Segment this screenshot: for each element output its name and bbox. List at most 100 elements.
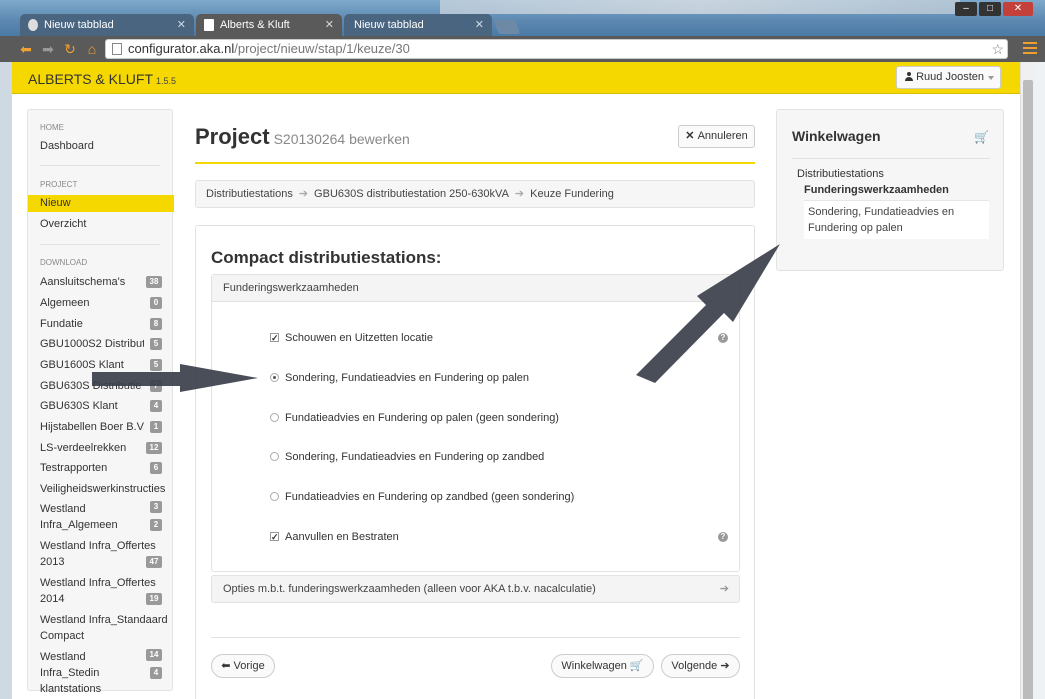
sidebar: HOME Dashboard PROJECT Nieuw Overzicht D… [27,109,174,695]
download-item[interactable]: Westland Infra_Offertes 2014 19 [40,575,162,607]
close-window-icon[interactable]: ✕ [1003,2,1033,16]
breadcrumb-item[interactable]: Distributiestations [206,188,293,200]
scrollbar-thumb[interactable] [1023,80,1033,699]
breadcrumb-item[interactable]: GBU630S distributiestation 250-630kVA [314,188,509,200]
radio-button[interactable] [270,452,279,461]
title-underline [195,162,755,164]
download-item[interactable]: Westland Infra_Algemeen 3 2 [40,501,162,533]
options-accordion[interactable]: Opties m.b.t. funderingswerkzaamheden (a… [211,575,740,603]
sidebar-item-nieuw[interactable]: Nieuw [28,195,174,212]
sidebar-header-project: PROJECT [40,180,78,189]
browser-window: Nieuw tabblad ✕ Alberts & Kluft ✕ Nieuw … [0,0,1045,699]
app-navbar: ALBERTS & KLUFT 1.5.5 Ruud Joosten [12,62,1020,94]
back-icon[interactable]: ⬅ [18,41,34,57]
cart-subcategory: Funderingswerkzaamheden [804,184,949,196]
new-tab-button[interactable] [493,20,521,34]
page-icon [204,19,214,31]
sidebar-header-home: HOME [40,123,64,132]
checkbox[interactable] [270,530,279,544]
close-icon[interactable]: ✕ [475,14,484,36]
count-badge: 3 [150,501,162,513]
cart-icon: 🛒 [974,130,989,144]
home-icon[interactable]: ⌂ [84,41,100,57]
download-item[interactable]: GBU630S Distributie 7 [40,378,162,394]
radio-button[interactable] [270,413,279,422]
option-sondering-palen[interactable]: Sondering, Fundatieadvies en Fundering o… [270,371,529,385]
download-item[interactable]: Westland Infra_Offertes 2013 47 [40,538,162,570]
tab-new-2[interactable]: Nieuw tabblad ✕ [344,14,492,36]
count-badge: 1 [150,421,162,433]
arrow-right-icon: ➔ [719,583,729,595]
help-icon[interactable]: ? [718,333,728,343]
next-button[interactable]: Volgende ➔ [661,654,740,678]
cart-button[interactable]: Winkelwagen 🛒 [551,654,654,678]
user-menu-button[interactable]: Ruud Joosten [896,66,1001,89]
help-icon[interactable]: ? [718,532,728,542]
arrow-right-icon: ➔ [298,188,309,200]
divider [40,244,160,245]
download-item[interactable]: Veiligheidswerkinstructies [40,481,170,497]
maximize-icon[interactable]: □ [979,2,1001,16]
previous-button[interactable]: ⬅ Vorige [211,654,275,678]
download-item[interactable]: GBU630S Klant 4 [40,398,162,414]
fund-box-header[interactable]: Funderingswerkzaamheden [212,275,739,302]
count-badge: 38 [146,276,162,288]
count-badge: 14 [146,649,162,661]
radio-button[interactable] [270,492,279,501]
option-sondering-zandbed[interactable]: Sondering, Fundatieadvies en Fundering o… [270,450,544,464]
page-viewport: ALBERTS & KLUFT 1.5.5 Ruud Joosten HOME D… [12,62,1020,699]
download-item[interactable]: Testrapporten 6 [40,460,162,476]
tab-strip: Nieuw tabblad ✕ Alberts & Kluft ✕ Nieuw … [0,0,1045,36]
brand[interactable]: ALBERTS & KLUFT 1.5.5 [28,71,176,87]
option-fundatie-palen[interactable]: Fundatieadvies en Fundering op palen (ge… [270,411,559,425]
download-item[interactable]: Hijstabellen Boer B.V. 1 [40,419,162,435]
close-icon: ✕ [685,130,698,142]
option-fundatie-zandbed[interactable]: Fundatieadvies en Fundering op zandbed (… [270,490,574,504]
window-controls: – □ ✕ [955,2,1033,16]
page-subtitle: S20130264 bewerken [273,131,410,147]
cart-panel: Winkelwagen 🛒 Distributiestations Funder… [776,109,1004,271]
count-badge: 12 [146,442,162,454]
count-badge: 2 [150,519,162,531]
download-item[interactable]: Algemeen 0 [40,295,162,311]
caret-down-icon [988,76,994,80]
download-item[interactable]: Westland Infra_Standaard Compact [40,612,170,644]
radio-button[interactable] [270,373,279,382]
checkbox[interactable] [270,331,279,345]
section-title: Compact distributiestations: [211,248,442,267]
chrome-icon [28,19,38,31]
download-item[interactable]: Aansluitschema's 38 [40,274,162,290]
download-item[interactable]: GBU1600S Klant 5 [40,357,162,373]
option-schouwen[interactable]: Schouwen en Uitzetten locatie [270,331,433,345]
user-icon [905,72,914,81]
download-item[interactable]: Westland Infra_Stedin klantstations 14 4 [40,649,162,697]
forward-icon[interactable]: ➡ [40,41,56,57]
minimize-icon[interactable]: – [955,2,977,16]
count-badge: 6 [150,462,162,474]
configuration-panel: Compact distributiestations: Funderingsw… [195,225,755,699]
tab-new-1[interactable]: Nieuw tabblad ✕ [20,14,194,36]
sidebar-item-overzicht[interactable]: Overzicht [28,216,174,233]
count-badge: 47 [146,556,162,568]
browser-toolbar: ⬅ ➡ ↻ ⌂ configurator.aka.nl/project/nieu… [0,36,1045,62]
sidebar-item-dashboard[interactable]: Dashboard [28,138,174,155]
address-bar[interactable]: configurator.aka.nl/project/nieuw/stap/1… [105,39,1008,59]
close-icon[interactable]: ✕ [177,14,186,36]
download-item[interactable]: LS-verdeelrekken 12 [40,440,162,456]
menu-icon[interactable] [1023,42,1037,54]
reload-icon[interactable]: ↻ [62,41,78,57]
cart-category: Distributiestations [797,168,884,180]
arrow-left-icon: ⬅ [221,660,234,672]
cancel-button[interactable]: ✕ Annuleren [678,125,755,148]
close-icon[interactable]: ✕ [325,14,334,36]
tab-alberts-kluft[interactable]: Alberts & Kluft ✕ [196,14,342,36]
scrollbar[interactable] [1020,62,1034,699]
download-item[interactable]: Fundatie 8 [40,316,162,332]
option-aanvullen[interactable]: Aanvullen en Bestraten [270,530,399,544]
page-icon [112,43,122,55]
sidebar-header-download: DOWNLOAD [40,258,88,267]
arrow-right-icon: ➔ [717,660,730,672]
divider [211,637,740,638]
bookmark-star-icon[interactable]: ☆ [991,40,1004,58]
download-item[interactable]: GBU1000S2 Distributie 5 [40,336,162,352]
